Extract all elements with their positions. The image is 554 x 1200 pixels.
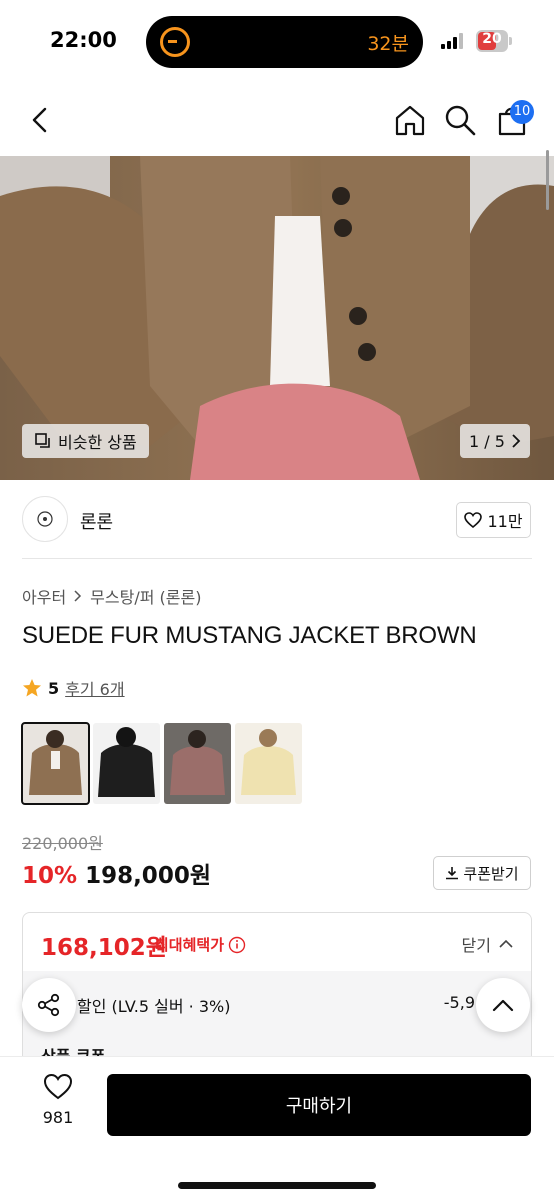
heart-icon (43, 1073, 73, 1100)
chevron-left-icon (32, 107, 47, 133)
brand-like-count: 11만 (487, 512, 523, 531)
download-icon (446, 867, 459, 880)
wishlist-count: 981 (42, 1108, 74, 1127)
max-benefit-price: 168,102원 (41, 935, 167, 961)
rating-score: 5 (48, 678, 60, 698)
sale-price-row: 10% 198,000원 (22, 856, 211, 890)
benefit-panel: 168,102원 최대혜택가 닫기 할인 (LV.5 실버 · 3%) -5,9… (22, 912, 532, 1072)
timer-icon (160, 27, 190, 57)
share-icon (37, 993, 60, 1017)
thumbnail-brown[interactable] (21, 722, 90, 805)
breadcrumb-subcategory[interactable]: 무스탕/퍼 (론론) (90, 584, 201, 608)
max-benefit-label: 최대혜택가 (155, 936, 225, 954)
dynamic-island[interactable]: 32분 (146, 16, 423, 68)
battery-icon: 20 (476, 30, 512, 52)
thumbnail-black[interactable] (93, 723, 160, 804)
benefit-collapse-toggle[interactable]: 닫기 (462, 932, 513, 956)
bottom-action-bar: 981 구매하기 (0, 1056, 554, 1200)
wishlist-button[interactable]: 981 (30, 1073, 86, 1127)
similar-products-button[interactable]: 비슷한 상품 (22, 424, 149, 458)
share-button[interactable] (22, 978, 76, 1032)
rating-summary: 5 후기 6개 (22, 676, 125, 700)
benefit-header: 168,102원 최대혜택가 닫기 (23, 913, 531, 971)
chevron-up-icon (499, 939, 513, 948)
sale-price: 198,000원 (85, 863, 211, 889)
divider (22, 558, 532, 559)
similar-products-label: 비슷한 상품 (58, 433, 137, 452)
chevron-right-icon (512, 434, 521, 448)
discount-rate: 10% (22, 863, 78, 889)
search-button[interactable] (442, 102, 478, 138)
timer-text: 32분 (367, 33, 409, 55)
battery-level: 20 (482, 31, 502, 47)
page-count: 1 / 5 (469, 431, 505, 451)
product-image-carousel[interactable]: 비슷한 상품 1 / 5 (0, 156, 554, 480)
buy-button[interactable]: 구매하기 (107, 1074, 531, 1136)
back-button[interactable] (22, 102, 58, 138)
brand-logo[interactable] (22, 496, 68, 542)
chevron-up-icon (492, 999, 514, 1012)
star-icon (23, 679, 41, 697)
brand-name[interactable]: 론론 (80, 508, 113, 534)
image-page-indicator[interactable]: 1 / 5 (460, 424, 530, 458)
brand-logo-mark (37, 511, 53, 527)
status-bar: 22:00 32분 20 (0, 0, 554, 80)
scroll-top-button[interactable] (476, 978, 530, 1032)
cart-count-badge: 10 (510, 100, 534, 124)
product-title: SUEDE FUR MUSTANG JACKET BROWN (22, 622, 477, 649)
brand-like-button[interactable]: 11만 (456, 502, 531, 538)
scrollbar[interactable] (546, 150, 549, 210)
info-icon[interactable] (228, 936, 246, 954)
breadcrumb: 아우터 무스탕/퍼 (론론) (22, 584, 201, 608)
signal-icon (441, 33, 467, 49)
copy-icon (35, 433, 50, 448)
search-icon (445, 105, 476, 136)
home-button[interactable] (392, 102, 428, 138)
home-icon (395, 105, 425, 136)
coupon-download-button[interactable]: 쿠폰받기 (433, 856, 531, 890)
heart-icon (464, 512, 483, 528)
home-indicator[interactable] (178, 1182, 376, 1189)
chevron-right-icon (74, 590, 82, 602)
top-nav (0, 88, 554, 152)
coupon-download-label: 쿠폰받기 (463, 864, 519, 883)
review-link[interactable]: 후기 6개 (65, 676, 124, 700)
thumbnail-pink[interactable] (164, 723, 231, 804)
thumbnail-cream[interactable] (235, 723, 302, 804)
brand-row: 론론 11만 (0, 480, 554, 560)
color-thumbnails (21, 722, 302, 805)
breadcrumb-category[interactable]: 아우터 (22, 584, 66, 608)
member-discount-label: 할인 (LV.5 실버 · 3%) (77, 997, 231, 1016)
clock: 22:00 (50, 28, 117, 52)
member-discount-amount: -5,9 (443, 993, 475, 1012)
benefit-collapse-label: 닫기 (461, 936, 491, 955)
original-price: 220,000원 (22, 834, 103, 853)
max-benefit-label-group: 최대혜택가 (155, 934, 246, 955)
